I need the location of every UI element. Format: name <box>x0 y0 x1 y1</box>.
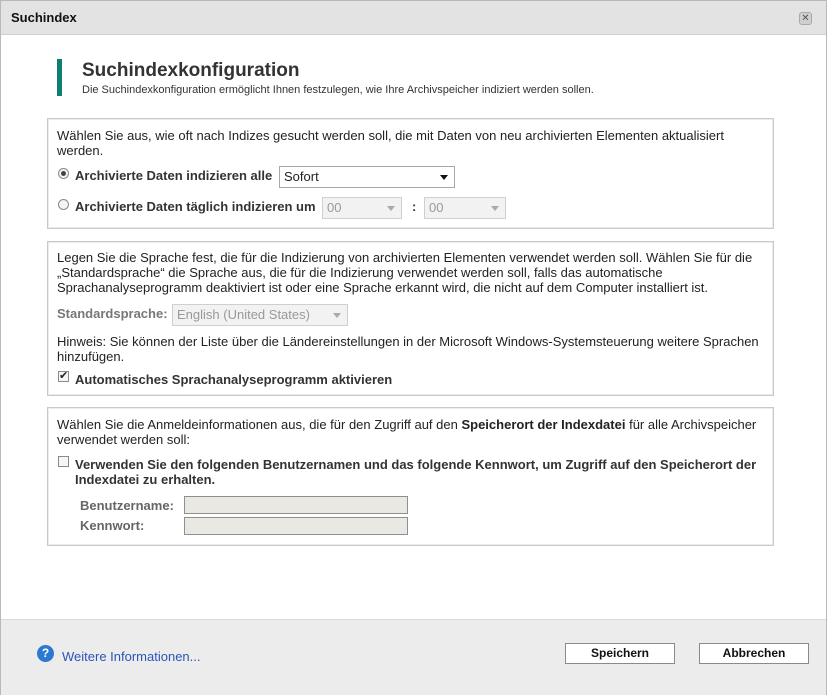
chevron-down-icon <box>440 175 448 180</box>
time-separator: : <box>412 199 417 214</box>
dialog-footer: ? Weitere Informationen... Speichern Abb… <box>1 619 826 695</box>
credentials-description-bold: Speicherort der Indexdatei <box>461 417 626 432</box>
username-input[interactable] <box>184 496 408 514</box>
chevron-down-icon <box>333 313 341 318</box>
more-info-link[interactable]: Weitere Informationen... <box>62 649 201 664</box>
minute-select-value: 00 <box>429 200 444 215</box>
use-credentials-label: Verwenden Sie den folgenden Benutzername… <box>75 457 757 487</box>
auto-analyzer-label: Automatisches Sprachanalyseprogramm akti… <box>75 372 393 387</box>
minute-select[interactable]: 00 <box>424 197 506 219</box>
default-language-label: Standardsprache: <box>57 306 168 321</box>
cancel-button[interactable]: Abbrechen <box>699 643 809 664</box>
chevron-down-icon <box>491 206 499 211</box>
close-icon[interactable]: ✕ <box>799 12 812 25</box>
password-input[interactable] <box>184 517 408 535</box>
page-title: Suchindexkonfiguration <box>82 60 300 81</box>
dialog-window: Suchindex ✕ Suchindexkonfiguration Die S… <box>0 0 827 695</box>
window-title: Suchindex <box>11 10 77 25</box>
page-subtitle: Die Suchindexkonfiguration ermöglicht Ih… <box>82 84 594 96</box>
schedule-panel: Wählen Sie aus, wie oft nach Indizes ges… <box>47 118 774 229</box>
credentials-description-pre: Wählen Sie die Anmeldeinformationen aus,… <box>57 417 462 432</box>
save-button[interactable]: Speichern <box>565 643 675 664</box>
password-label: Kennwort: <box>80 518 145 533</box>
hour-select-value: 00 <box>327 200 342 215</box>
language-hint: Hinweis: Sie können der Liste über die L… <box>57 334 759 364</box>
language-description: Legen Sie die Sprache fest, die für die … <box>57 250 753 295</box>
auto-analyzer-checkbox[interactable]: ✔ <box>58 371 69 382</box>
chevron-down-icon <box>387 206 395 211</box>
language-panel: Legen Sie die Sprache fest, die für die … <box>47 241 774 396</box>
index-interval-label: Archivierte Daten indizieren alle <box>75 168 273 183</box>
interval-select-value: Sofort <box>284 169 319 184</box>
page-header: Suchindexkonfiguration Die Suchindexkonf… <box>57 59 594 96</box>
hour-select[interactable]: 00 <box>322 197 402 219</box>
credentials-description: Wählen Sie die Anmeldeinformationen aus,… <box>57 417 764 447</box>
default-language-select[interactable]: English (United States) <box>172 304 348 326</box>
radio-index-daily[interactable] <box>58 199 69 210</box>
interval-select[interactable]: Sofort <box>279 166 455 188</box>
radio-index-interval[interactable] <box>58 168 69 179</box>
index-daily-label: Archivierte Daten täglich indizieren um <box>75 199 316 214</box>
help-icon[interactable]: ? <box>37 645 54 662</box>
use-credentials-checkbox[interactable] <box>58 456 69 467</box>
credentials-panel: Wählen Sie die Anmeldeinformationen aus,… <box>47 407 774 546</box>
username-label: Benutzername: <box>80 498 174 513</box>
default-language-value: English (United States) <box>177 307 310 322</box>
schedule-description: Wählen Sie aus, wie oft nach Indizes ges… <box>57 128 724 158</box>
title-bar: Suchindex ✕ <box>1 1 826 35</box>
